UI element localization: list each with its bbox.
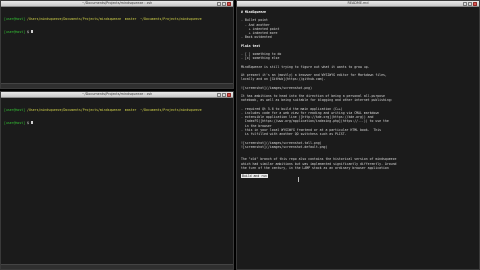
editor-text: locally and on [GitHub](https://github.c… (241, 77, 326, 82)
text-cursor (30, 121, 33, 125)
maximize-icon[interactable] (222, 2, 226, 6)
prompt: [user@host] (4, 120, 26, 125)
editor-text: the turn of the century, in the LAMP sta… (241, 165, 389, 170)
prompt: [user@host] (4, 17, 26, 22)
command: /Users/mindsqueeze/Documents/Projects/mi… (25, 17, 202, 22)
terminal-top-output[interactable]: [user@host] /Users/mindsqueeze/Documents… (1, 7, 233, 44)
editor-text: notebook, as well as being suitable for … (241, 98, 393, 103)
editor-text: - Back outdented (241, 35, 272, 40)
editor-text: MindSqueeze is still trying to figure ou… (241, 64, 370, 69)
maximize-icon[interactable] (468, 2, 472, 6)
editor-text: is fulfilled with another QO switchess s… (241, 132, 347, 137)
editor-line[interactable]: Build and run (241, 174, 475, 179)
minimize-icon[interactable] (463, 2, 467, 6)
editor-heading: # MindSqueeze (241, 10, 266, 14)
terminal-bottom-titlebar[interactable]: ~/Documents/Projects/mindsqueeze : zsh (1, 92, 233, 98)
editor-heading: Plain text (241, 43, 261, 48)
editor-selected-text: Build and run (241, 174, 268, 179)
terminal-top-title: ~/Documents/Projects/mindsqueeze : zsh (81, 1, 153, 6)
close-icon[interactable] (227, 93, 231, 97)
terminal-bottom-output[interactable]: [user@host] /Users/mindsqueeze/Documents… (1, 98, 233, 135)
terminal-top-statusbar (1, 83, 233, 88)
close-icon[interactable] (227, 2, 231, 6)
terminal-window-bottom[interactable]: ~/Documents/Projects/mindsqueeze : zsh [… (0, 91, 234, 270)
terminal-line: [user@host] /Users/mindsqueeze/Documents… (4, 108, 230, 112)
markdown-editor[interactable]: # MindSqueeze - Bullet point - And anothe… (237, 7, 479, 181)
maximize-icon[interactable] (222, 93, 226, 97)
editor-image-link: ![screenshot](/images/screenshot-default… (241, 144, 328, 149)
editor-image-link: ![screenshot](/images/screenshot.png) (241, 85, 313, 90)
editor-window-controls (463, 2, 477, 6)
command: /Users/mindsqueeze/Documents/Projects/mi… (25, 108, 202, 113)
text-cursor (30, 30, 33, 34)
terminal-bottom-statusbar (1, 264, 233, 269)
terminal-window-top[interactable]: ~/Documents/Projects/mindsqueeze : zsh [… (0, 0, 234, 89)
terminal-top-window-controls (217, 2, 231, 6)
terminal-line: [user@host] $ (4, 30, 230, 34)
minimize-icon[interactable] (217, 93, 221, 97)
minimize-icon[interactable] (217, 2, 221, 6)
terminal-bottom-window-controls (217, 93, 231, 97)
editor-titlebar[interactable]: README.md (237, 1, 479, 7)
editor-window[interactable]: README.md # MindSqueeze - Bullet point - … (236, 0, 480, 270)
terminal-top-titlebar[interactable]: ~/Documents/Projects/mindsqueeze : zsh (1, 1, 233, 7)
prompt: [user@host] (4, 108, 26, 113)
editor-title: README.md (347, 1, 369, 6)
mouse-ibeam-cursor (298, 177, 299, 182)
terminal-bottom-title: ~/Documents/Projects/mindsqueeze : zsh (81, 92, 153, 97)
editor-text: - [x] something else (241, 56, 280, 61)
close-icon[interactable] (473, 2, 477, 6)
prompt: [user@host] (4, 29, 26, 34)
terminal-line: [user@host] /Users/mindsqueeze/Documents… (4, 17, 230, 21)
terminal-line: [user@host] $ (4, 121, 230, 125)
